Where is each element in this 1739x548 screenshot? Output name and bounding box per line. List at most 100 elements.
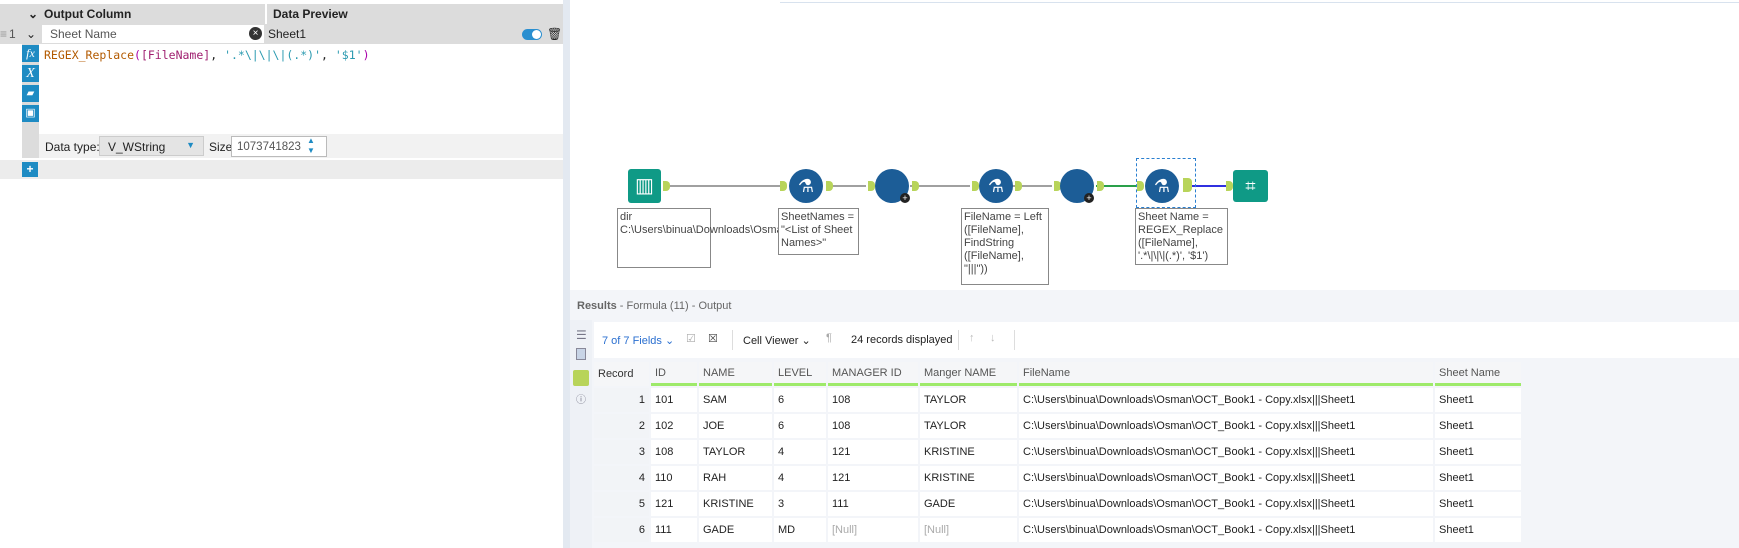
chevron-down-icon[interactable]: ⌄ — [26, 24, 36, 44]
table-cell[interactable]: 4 — [594, 466, 649, 490]
output-anchor[interactable] — [826, 181, 833, 191]
table-cell[interactable]: Sheet1 — [1435, 414, 1521, 438]
table-row[interactable]: 6 111 GADE MD [Null] [Null] C:\Users\binua\Dow… — [594, 518, 1521, 542]
table-cell[interactable]: JOE — [699, 414, 772, 438]
clear-icon[interactable]: × — [249, 27, 262, 40]
input-anchor[interactable] — [868, 181, 875, 191]
table-cell[interactable]: GADE — [920, 492, 1017, 516]
deselect-icon[interactable]: ☒ — [708, 332, 718, 345]
table-cell[interactable]: 6 — [774, 414, 826, 438]
table-row[interactable]: 2 102 JOE 6 108 TAYLOR C:\Users\binua\Download… — [594, 414, 1521, 438]
column-header[interactable]: Record — [594, 362, 649, 386]
table-row[interactable]: 5 121 KRISTINE 3 111 GADE C:\Users\binua\Downl… — [594, 492, 1521, 516]
table-cell[interactable]: C:\Users\binua\Downloads\Osman\OCT_Book1… — [1019, 518, 1433, 542]
pilcrow-icon[interactable]: ¶ — [826, 332, 832, 344]
table-row[interactable]: 3 108 TAYLOR 4 121 KRISTINE C:\Users\binua\Dow… — [594, 440, 1521, 464]
table-cell[interactable]: KRISTINE — [699, 492, 772, 516]
table-cell[interactable]: 102 — [651, 414, 697, 438]
workflow-canvas[interactable]: ▥ dir C:\Users\binua\Downloads\Osman\*.x… — [570, 0, 1739, 288]
expression-editor[interactable]: REGEX_Replace([FileName], '.*\|\|\|(.*)'… — [44, 48, 370, 62]
browse-tool-icon[interactable]: ⌗ — [1233, 170, 1268, 202]
table-cell[interactable]: 3 — [594, 440, 649, 464]
list-icon[interactable]: ☰ — [576, 328, 592, 342]
trash-icon[interactable]: 🗑 — [547, 24, 562, 44]
drag-handle-icon[interactable]: ≡ — [0, 24, 7, 44]
table-cell[interactable]: 4 — [774, 466, 826, 490]
table-cell[interactable]: KRISTINE — [920, 466, 1017, 490]
data-anchor-icon[interactable] — [573, 370, 589, 386]
table-cell[interactable]: 4 — [774, 440, 826, 464]
column-header[interactable]: MANAGER ID — [828, 362, 918, 386]
chevron-down-icon[interactable]: ⌄ — [26, 4, 40, 24]
table-cell[interactable]: 111 — [828, 492, 918, 516]
table-cell[interactable]: Sheet1 — [1435, 492, 1521, 516]
table-cell[interactable]: [Null] — [828, 518, 918, 542]
table-cell[interactable]: GADE — [699, 518, 772, 542]
add-expression-button[interactable]: + — [22, 162, 38, 177]
function-icon[interactable]: fx — [22, 45, 39, 62]
table-cell[interactable]: C:\Users\binua\Downloads\Osman\OCT_Book1… — [1019, 440, 1433, 464]
table-cell[interactable]: 121 — [651, 492, 697, 516]
table-cell[interactable]: 2 — [594, 414, 649, 438]
table-cell[interactable]: 5 — [594, 492, 649, 516]
table-cell[interactable]: TAYLOR — [920, 388, 1017, 412]
table-cell[interactable]: Sheet1 — [1435, 466, 1521, 490]
input-anchor[interactable] — [1137, 181, 1144, 191]
table-cell[interactable]: C:\Users\binua\Downloads\Osman\OCT_Book1… — [1019, 388, 1433, 412]
column-header[interactable]: LEVEL — [774, 362, 826, 386]
open-folder-icon[interactable]: ▰ — [22, 85, 39, 102]
arrow-down-icon[interactable]: ↓ — [990, 332, 996, 344]
table-cell[interactable]: 3 — [774, 492, 826, 516]
table-cell[interactable]: RAH — [699, 466, 772, 490]
table-cell[interactable]: 101 — [651, 388, 697, 412]
table-cell[interactable]: 110 — [651, 466, 697, 490]
table-cell[interactable]: 121 — [828, 466, 918, 490]
table-cell[interactable]: C:\Users\binua\Downloads\Osman\OCT_Book1… — [1019, 492, 1433, 516]
formula-tool-icon[interactable]: ⚗ — [1145, 169, 1179, 203]
table-cell[interactable]: TAYLOR — [699, 440, 772, 464]
output-anchor[interactable] — [912, 181, 919, 191]
cell-viewer-dropdown[interactable]: Cell Viewer ⌄ — [743, 334, 811, 347]
output-anchor[interactable] — [663, 181, 670, 191]
column-header[interactable]: Sheet Name — [1435, 362, 1521, 386]
input-anchor[interactable] — [1226, 181, 1233, 191]
table-cell[interactable]: C:\Users\binua\Downloads\Osman\OCT_Book1… — [1019, 466, 1433, 490]
table-cell[interactable]: Sheet1 — [1435, 388, 1521, 412]
column-header[interactable]: Manger NAME — [920, 362, 1017, 386]
column-header[interactable]: ID — [651, 362, 697, 386]
table-cell[interactable]: 1 — [594, 388, 649, 412]
data-type-select[interactable]: V_WString ▼ — [99, 136, 204, 156]
fields-dropdown[interactable]: 7 of 7 Fields ⌄ — [602, 334, 674, 347]
table-cell[interactable]: Sheet1 — [1435, 518, 1521, 542]
toggle-switch[interactable] — [522, 29, 542, 40]
output-anchor[interactable] — [1015, 181, 1022, 191]
table-cell[interactable]: TAYLOR — [920, 414, 1017, 438]
table-cell[interactable]: [Null] — [920, 518, 1017, 542]
table-row[interactable]: 1 101 SAM 6 108 TAYLOR C:\Users\binua\Download… — [594, 388, 1521, 412]
formula-tool-icon[interactable]: ⚗ — [979, 169, 1013, 203]
table-cell[interactable]: 111 — [651, 518, 697, 542]
panel-splitter[interactable] — [563, 0, 570, 548]
output-anchor[interactable] — [1097, 181, 1104, 191]
metadata-icon[interactable] — [576, 348, 586, 360]
help-icon[interactable]: ⓘ — [576, 391, 592, 406]
output-anchor[interactable] — [1183, 178, 1192, 192]
table-cell[interactable]: 6 — [594, 518, 649, 542]
formula-tool-icon[interactable]: ⚗ — [789, 169, 823, 203]
arrow-up-icon[interactable]: ↑ — [969, 332, 975, 344]
spinner-icon[interactable]: ▲ ▼ — [307, 136, 315, 156]
table-cell[interactable]: KRISTINE — [920, 440, 1017, 464]
table-cell[interactable]: 108 — [651, 440, 697, 464]
table-cell[interactable]: 6 — [774, 388, 826, 412]
save-icon[interactable]: ▣ — [22, 105, 39, 122]
variable-icon[interactable]: X — [22, 65, 39, 82]
table-cell[interactable]: C:\Users\binua\Downloads\Osman\OCT_Book1… — [1019, 414, 1433, 438]
table-cell[interactable]: 108 — [828, 414, 918, 438]
input-anchor[interactable] — [780, 181, 787, 191]
input-data-tool-icon[interactable]: ▥ — [628, 169, 661, 203]
table-cell[interactable]: MD — [774, 518, 826, 542]
input-anchor[interactable] — [972, 181, 979, 191]
column-header[interactable]: NAME — [699, 362, 772, 386]
table-cell[interactable]: 121 — [828, 440, 918, 464]
check-icon[interactable]: ☑ — [686, 332, 696, 345]
